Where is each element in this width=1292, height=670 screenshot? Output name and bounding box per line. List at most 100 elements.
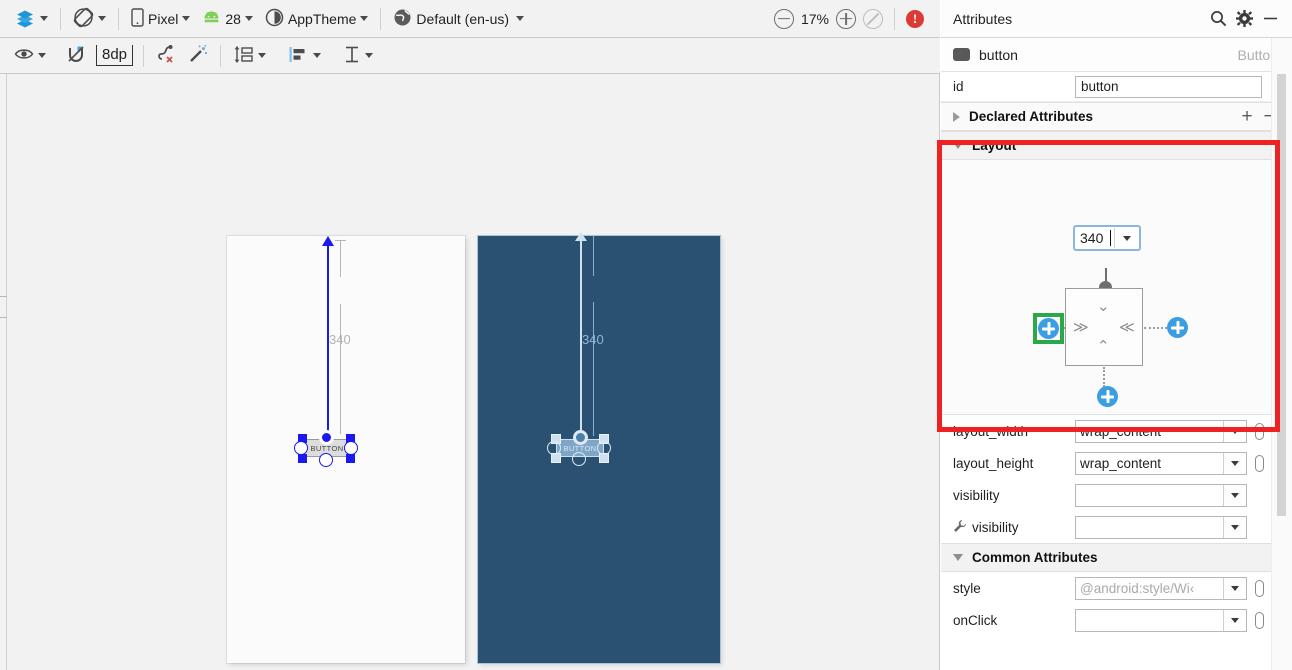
toolbar-separator: [118, 7, 119, 30]
top-margin-input[interactable]: 340: [1073, 225, 1141, 251]
theme-selector[interactable]: AppTheme: [259, 5, 374, 33]
zoom-in-icon[interactable]: [836, 8, 856, 29]
chevron-right-icon: [953, 111, 960, 122]
gear-icon[interactable]: [1232, 7, 1256, 31]
tools-visibility-value: [1076, 517, 1223, 538]
layout-width-dropdown-button[interactable]: [1223, 420, 1246, 442]
api-level-label: 28: [225, 10, 241, 27]
resize-handle-br[interactable]: [346, 454, 355, 463]
default-margin-value[interactable]: 8dp: [96, 45, 134, 66]
onclick-resource-picker[interactable]: [1255, 611, 1264, 629]
globe-icon: [393, 8, 412, 30]
layers-icon: [14, 10, 36, 28]
clear-constraints-button[interactable]: [150, 42, 182, 70]
issue-badge[interactable]: !: [906, 9, 924, 28]
constraint-widget-box[interactable]: ⌄ ⌃ ≫ ≪: [1065, 288, 1143, 366]
add-bottom-constraint-icon[interactable]: [1097, 386, 1118, 407]
id-input[interactable]: button: [1075, 75, 1262, 98]
left-anchor-handle[interactable]: [547, 441, 561, 455]
device-selector[interactable]: Pixel: [125, 5, 196, 33]
chevron-down-icon: [40, 16, 48, 21]
infer-constraints-button[interactable]: [182, 42, 214, 70]
chevron-down-icon: [1231, 492, 1239, 498]
attribute-row-onclick: onClick: [941, 604, 1292, 636]
left-anchor-handle[interactable]: [294, 441, 308, 455]
tools-visibility-dropdown-button[interactable]: [1223, 516, 1246, 538]
align-button[interactable]: [282, 42, 327, 70]
common-attributes-section-header[interactable]: Common Attributes: [941, 543, 1292, 572]
locale-selector[interactable]: Default (en-us): [387, 5, 530, 33]
api-level-selector[interactable]: 28: [196, 5, 259, 33]
tools-visibility-combo[interactable]: [1075, 515, 1247, 539]
style-value: @android:style/Wi‹: [1080, 580, 1195, 596]
constraint-widget-panel[interactable]: 340 ⌄ ⌃ ≫ ≪: [941, 160, 1292, 415]
magnet-off-icon: [66, 44, 86, 67]
right-anchor-handle[interactable]: [597, 441, 611, 455]
constraint-distance-label: 340: [329, 332, 351, 347]
layout-height-combo[interactable]: wrap_content: [1075, 451, 1247, 475]
zoom-fit-icon[interactable]: [863, 8, 883, 29]
design-surface-mode-button[interactable]: [8, 5, 54, 33]
rotate-icon: [73, 7, 94, 31]
layout-width-combo[interactable]: wrap_content: [1075, 419, 1247, 443]
visibility-dropdown-button[interactable]: [1223, 484, 1246, 506]
bottom-anchor-handle[interactable]: [319, 453, 333, 467]
align-icon: [288, 45, 309, 67]
onclick-combo[interactable]: [1075, 608, 1247, 632]
layout-section-label: Layout: [972, 138, 1017, 153]
top-margin-dropdown-button[interactable]: [1115, 228, 1138, 248]
resize-handle-bl[interactable]: [298, 454, 307, 463]
horizontal-chevron-left-icon[interactable]: ≪: [1119, 320, 1135, 335]
minimize-icon[interactable]: [1258, 7, 1282, 31]
panel-title: Attributes: [953, 10, 1013, 27]
right-anchor-handle[interactable]: [344, 441, 358, 455]
view-options-button[interactable]: [8, 42, 52, 70]
magic-wand-icon: [188, 44, 208, 67]
design-preview-surface[interactable]: 340 BUTTON: [227, 236, 465, 663]
search-icon[interactable]: [1206, 7, 1230, 31]
tools-visibility-label-group: visibility: [953, 519, 1075, 536]
autoconnect-button[interactable]: [60, 42, 92, 70]
wrench-icon: [953, 519, 967, 536]
constraint-distance-label: 340: [582, 332, 604, 347]
bottom-anchor-handle[interactable]: [572, 452, 586, 466]
style-dropdown-button[interactable]: [1223, 577, 1246, 599]
design-canvas[interactable]: 340 BUTTON 340 BUTTON: [0, 74, 940, 670]
orientation-button[interactable]: [67, 5, 112, 33]
layout-section-header[interactable]: Layout: [941, 131, 1292, 160]
blueprint-preview-surface[interactable]: 340 BUTTON: [478, 232, 720, 663]
button-component-icon: [953, 48, 970, 61]
layout-width-label: layout_width: [953, 423, 1029, 439]
vertical-chevron-up-icon[interactable]: ⌃: [1097, 339, 1110, 354]
layout-height-label: layout_height: [953, 455, 1034, 471]
constraint-toolbar: 8dp: [0, 38, 940, 74]
toolbar-separator: [143, 44, 145, 67]
theme-label: AppTheme: [287, 10, 357, 27]
add-right-constraint-icon[interactable]: [1167, 317, 1188, 338]
layout-height-resource-picker[interactable]: [1255, 454, 1264, 472]
style-combo[interactable]: @android:style/Wi‹: [1075, 576, 1247, 600]
chevron-down-icon: [953, 554, 963, 561]
id-row: id button: [941, 72, 1292, 102]
attributes-scrollbar-thumb[interactable]: [1277, 74, 1286, 516]
visibility-combo[interactable]: [1075, 483, 1247, 507]
add-left-constraint-icon[interactable]: [1038, 318, 1059, 339]
left-constraint-highlight: [1033, 313, 1064, 344]
top-anchor-handle[interactable]: [573, 430, 588, 445]
common-attributes-label: Common Attributes: [972, 550, 1098, 565]
vertical-chevron-down-icon[interactable]: ⌄: [1097, 299, 1110, 314]
add-attribute-button[interactable]: +: [1236, 107, 1258, 126]
guidelines-button[interactable]: [337, 42, 379, 70]
top-anchor-handle[interactable]: [319, 430, 334, 445]
onclick-dropdown-button[interactable]: [1223, 609, 1246, 631]
zoom-out-icon[interactable]: [773, 8, 794, 29]
style-resource-picker[interactable]: [1255, 579, 1264, 597]
declared-attributes-section-header[interactable]: Declared Attributes + −: [941, 102, 1292, 131]
horizontal-chevron-right-icon[interactable]: ≫: [1073, 320, 1089, 335]
chevron-down-icon: [1231, 460, 1239, 466]
android-icon: [202, 11, 221, 27]
pack-button[interactable]: [227, 42, 272, 70]
layout-width-resource-picker[interactable]: [1255, 422, 1264, 440]
layout-height-dropdown-button[interactable]: [1223, 452, 1246, 474]
chevron-down-icon: [1231, 524, 1239, 530]
